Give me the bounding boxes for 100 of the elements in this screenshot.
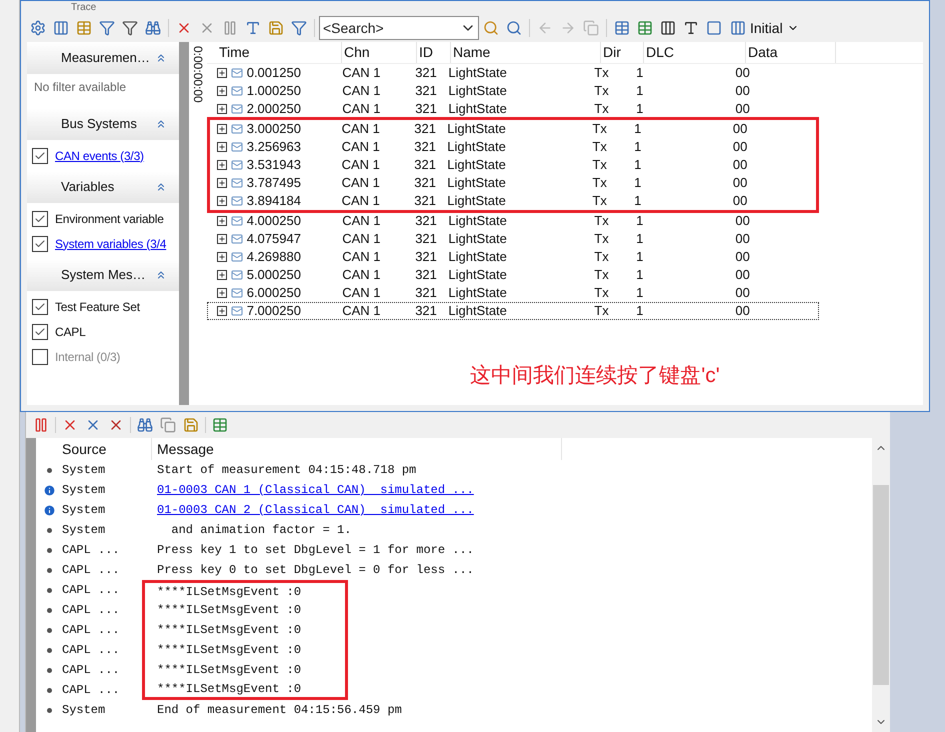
trace-row[interactable]: 3.787495 CAN 1 321 LightState Tx 1 00 [210, 174, 816, 192]
layout-button[interactable]: Initial [726, 17, 803, 39]
square-icon[interactable] [706, 20, 722, 36]
message-link[interactable]: 01-0003 CAN 1 (Classical CAN) simulated ... [157, 483, 474, 497]
checkbox[interactable] [32, 298, 48, 314]
binoculars-icon[interactable] [145, 20, 161, 36]
table-cell: LightState [447, 121, 506, 136]
column-header[interactable]: Message [157, 438, 214, 460]
expand-icon[interactable] [216, 216, 227, 226]
table-cell: CAN 1 [342, 101, 380, 116]
expand-icon[interactable] [216, 252, 227, 262]
trace-row[interactable]: 1.000250 CAN 1 321 LightState Tx 1 00 [207, 82, 819, 100]
filter-icon[interactable] [122, 20, 138, 36]
message-link[interactable]: 01-0003 CAN 2 (Classical CAN) simulated ... [157, 503, 474, 517]
table-cell: LightState [447, 139, 506, 154]
letter-icon[interactable] [683, 20, 699, 36]
expand-icon[interactable] [216, 142, 227, 152]
message-cell: End of measurement 04:15:56.459 pm [157, 703, 402, 717]
table-cell: 00 [735, 249, 750, 264]
table-cell: Tx [594, 249, 609, 264]
trace-row[interactable]: 7.000250 CAN 1 321 LightState Tx 1 00 [207, 302, 819, 320]
expand-icon[interactable] [216, 196, 227, 206]
column-header[interactable]: Time [219, 42, 250, 63]
table-cell: 321 [415, 65, 437, 80]
message-cell-text: ****ILSetMsgEvent :0 [157, 622, 302, 639]
trace-row[interactable]: 4.075947 CAN 1 321 LightState Tx 1 00 [207, 230, 819, 248]
table-cell: 321 [415, 83, 437, 98]
trace-row[interactable]: 5.000250 CAN 1 321 LightState Tx 1 00 [207, 266, 819, 284]
grid-icon[interactable] [614, 20, 630, 36]
trace-row[interactable]: 0.001250 CAN 1 321 LightState Tx 1 00 [207, 64, 819, 82]
checkbox[interactable] [32, 148, 48, 164]
expand-icon[interactable] [216, 104, 227, 114]
save-icon[interactable] [268, 20, 284, 36]
pause-icon[interactable] [33, 417, 49, 433]
grid-icon[interactable] [76, 20, 92, 36]
search-icon[interactable] [506, 20, 522, 36]
column-header[interactable]: Source [62, 438, 106, 460]
expand-icon[interactable] [216, 288, 227, 298]
table-cell: LightState [448, 249, 507, 264]
filter-icon[interactable] [99, 20, 115, 36]
filter-link[interactable]: System variables (3/4 [55, 234, 166, 252]
checkbox[interactable] [32, 210, 48, 226]
column-header[interactable]: Name [453, 42, 490, 63]
table-cell-text: 0.001250 [246, 64, 301, 82]
table-cell: 1 [634, 157, 642, 172]
table-cell: 321 [414, 139, 436, 154]
pause-icon[interactable] [222, 20, 238, 36]
trace-row[interactable]: 3.531943 CAN 1 321 LightState Tx 1 00 [210, 156, 816, 174]
source-cell: System [62, 523, 106, 537]
table-cell-text: 4.269880 [246, 248, 301, 266]
expand-icon[interactable] [216, 86, 227, 96]
expand-icon[interactable] [216, 234, 227, 244]
bullet-icon [46, 548, 52, 552]
columns-icon[interactable] [660, 20, 676, 36]
envelope-icon [230, 159, 244, 171]
copy-icon[interactable] [160, 417, 176, 433]
column-header[interactable]: Data [748, 42, 778, 63]
gear-icon[interactable] [30, 20, 46, 36]
search-field[interactable]: <Search> [319, 16, 479, 40]
expand-icon[interactable] [216, 270, 227, 280]
trace-row[interactable]: 4.000250 CAN 1 321 LightState Tx 1 00 [207, 212, 819, 230]
trace-row[interactable]: 2.000250 CAN 1 321 LightState Tx 1 00 [207, 100, 819, 118]
table-cell: Tx [594, 213, 609, 228]
expand-icon[interactable] [216, 124, 227, 134]
table-cell-text: 3.787495 [246, 174, 301, 192]
expand-icon[interactable] [216, 68, 227, 78]
trace-row[interactable]: 4.269880 CAN 1 321 LightState Tx 1 00 [207, 248, 819, 266]
expand-icon[interactable] [216, 178, 227, 188]
trace-row[interactable]: 3.000250 CAN 1 321 LightState Tx 1 00 [210, 120, 816, 138]
table-cell: CAN 1 [342, 285, 380, 300]
table-cell-text: 3.256963 [246, 138, 301, 156]
expand-icon[interactable] [216, 306, 227, 316]
trace-row[interactable]: 3.894184 CAN 1 321 LightState Tx 1 00 [210, 192, 816, 210]
search-icon[interactable] [483, 20, 499, 36]
column-header[interactable]: Chn [344, 42, 370, 63]
grid-icon[interactable] [212, 417, 228, 433]
checkbox[interactable] [32, 324, 48, 340]
save-icon[interactable] [183, 417, 199, 433]
table-cell: 00 [732, 193, 748, 208]
table-cell: LightState [448, 267, 507, 282]
table-cell: 1 [634, 175, 642, 190]
table-cell: 321 [414, 121, 436, 136]
bullet-icon [46, 708, 52, 712]
filter-icon[interactable] [291, 20, 307, 36]
column-header[interactable]: ID [419, 42, 433, 63]
expand-icon[interactable] [216, 160, 227, 170]
source-cell: CAPL ... [62, 583, 120, 597]
trace-row[interactable]: 3.256963 CAN 1 321 LightState Tx 1 00 [210, 138, 816, 156]
checkbox[interactable] [32, 236, 48, 252]
filter-label: Environment variable [55, 210, 164, 228]
column-header[interactable]: DLC [646, 42, 674, 63]
trace-row[interactable]: 6.000250 CAN 1 321 LightState Tx 1 00 [207, 284, 819, 302]
collapse-icon [155, 269, 167, 281]
table-cell: 00 [735, 267, 750, 282]
grid-icon[interactable] [637, 20, 653, 36]
binoculars-icon[interactable] [137, 417, 153, 433]
filter-link[interactable]: CAN events (3/3) [55, 146, 144, 164]
table-cell: 321 [414, 193, 436, 208]
table-cell: Tx [592, 193, 607, 208]
column-header[interactable]: Dir [603, 42, 621, 63]
